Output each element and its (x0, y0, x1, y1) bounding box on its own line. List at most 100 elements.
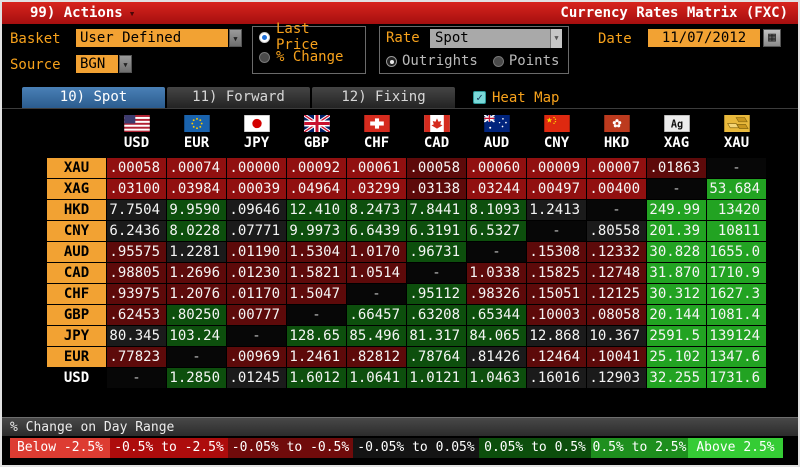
outrights-label[interactable]: Outrights (402, 53, 478, 69)
matrix-cell-jpy-xau[interactable]: 139124 (707, 326, 766, 346)
matrix-cell-eur-xau[interactable]: 1347.6 (707, 347, 766, 367)
matrix-cell-cad-jpy[interactable]: .01230 (227, 263, 286, 283)
matrix-cell-jpy-eur[interactable]: 103.24 (167, 326, 226, 346)
matrix-cell-aud-cad[interactable]: .96731 (407, 242, 466, 262)
matrix-cell-xag-usd[interactable]: .03100 (107, 179, 166, 199)
matrix-cell-eur-chf[interactable]: .82812 (347, 347, 406, 367)
matrix-cell-xau-xag[interactable]: .01863 (647, 158, 706, 178)
matrix-cell-aud-cny[interactable]: .15308 (527, 242, 586, 262)
matrix-cell-eur-gbp[interactable]: 1.2461 (287, 347, 346, 367)
matrix-cell-usd-cny[interactable]: .16016 (527, 368, 586, 388)
row-label-xag[interactable]: XAG (47, 179, 106, 199)
matrix-cell-hkd-cny[interactable]: 1.2413 (527, 200, 586, 220)
radio-unselected-icon[interactable] (493, 56, 504, 67)
column-header-cny[interactable]: CNY (527, 115, 586, 157)
matrix-cell-chf-cad[interactable]: .95112 (407, 284, 466, 304)
radio-last-price[interactable]: Last Price (253, 27, 365, 47)
matrix-cell-eur-hkd[interactable]: .10041 (587, 347, 646, 367)
radio-selected-icon[interactable] (386, 56, 397, 67)
matrix-cell-hkd-aud[interactable]: 8.1093 (467, 200, 526, 220)
matrix-cell-xag-aud[interactable]: .03244 (467, 179, 526, 199)
matrix-cell-cny-gbp[interactable]: 9.9973 (287, 221, 346, 241)
column-header-hkd[interactable]: HKD (587, 115, 646, 157)
matrix-cell-chf-jpy[interactable]: .01170 (227, 284, 286, 304)
matrix-cell-chf-hkd[interactable]: .12125 (587, 284, 646, 304)
matrix-cell-aud-xau[interactable]: 1655.0 (707, 242, 766, 262)
matrix-cell-usd-gbp[interactable]: 1.6012 (287, 368, 346, 388)
matrix-cell-xag-eur[interactable]: .03984 (167, 179, 226, 199)
matrix-cell-jpy-gbp[interactable]: 128.65 (287, 326, 346, 346)
matrix-cell-gbp-hkd[interactable]: .08058 (587, 305, 646, 325)
row-label-cad[interactable]: CAD (47, 263, 106, 283)
matrix-cell-chf-usd[interactable]: .93975 (107, 284, 166, 304)
matrix-cell-gbp-aud[interactable]: .65344 (467, 305, 526, 325)
matrix-cell-xau-chf[interactable]: .00061 (347, 158, 406, 178)
source-dropdown[interactable]: BGN (76, 55, 118, 73)
matrix-cell-gbp-cad[interactable]: .63208 (407, 305, 466, 325)
matrix-cell-xag-chf[interactable]: .03299 (347, 179, 406, 199)
matrix-cell-gbp-usd[interactable]: .62453 (107, 305, 166, 325)
matrix-cell-xau-hkd[interactable]: .00007 (587, 158, 646, 178)
matrix-cell-xau-aud[interactable]: .00060 (467, 158, 526, 178)
tab-forward[interactable]: 11) Forward (167, 87, 310, 108)
row-label-aud[interactable]: AUD (47, 242, 106, 262)
matrix-cell-hkd-eur[interactable]: 9.9590 (167, 200, 226, 220)
row-label-jpy[interactable]: JPY (47, 326, 106, 346)
matrix-cell-cny-chf[interactable]: 6.6439 (347, 221, 406, 241)
row-label-hkd[interactable]: HKD (47, 200, 106, 220)
matrix-cell-hkd-cad[interactable]: 7.8441 (407, 200, 466, 220)
matrix-cell-usd-cad[interactable]: 1.0121 (407, 368, 466, 388)
matrix-cell-cad-aud[interactable]: 1.0338 (467, 263, 526, 283)
matrix-cell-cny-cny[interactable]: - (527, 221, 586, 241)
matrix-cell-hkd-jpy[interactable]: .09646 (227, 200, 286, 220)
matrix-cell-jpy-jpy[interactable]: - (227, 326, 286, 346)
column-header-chf[interactable]: CHF (347, 115, 406, 157)
matrix-cell-jpy-hkd[interactable]: 10.367 (587, 326, 646, 346)
matrix-cell-aud-usd[interactable]: .95575 (107, 242, 166, 262)
matrix-cell-xag-hkd[interactable]: .00400 (587, 179, 646, 199)
basket-dropdown-arrow-icon[interactable]: ▼ (229, 29, 242, 47)
matrix-cell-aud-xag[interactable]: 30.828 (647, 242, 706, 262)
matrix-cell-aud-aud[interactable]: - (467, 242, 526, 262)
row-label-usd[interactable]: USD (47, 368, 106, 388)
date-field[interactable]: 11/07/2012 (648, 29, 760, 47)
actions-menu[interactable]: 99) Actions ▾ (30, 5, 135, 21)
matrix-cell-aud-eur[interactable]: 1.2281 (167, 242, 226, 262)
matrix-cell-chf-aud[interactable]: .98326 (467, 284, 526, 304)
column-header-jpy[interactable]: JPY (227, 115, 286, 157)
matrix-cell-xag-xag[interactable]: - (647, 179, 706, 199)
matrix-cell-xag-xau[interactable]: 53.684 (707, 179, 766, 199)
points-label[interactable]: Points (509, 53, 560, 69)
matrix-cell-gbp-eur[interactable]: .80250 (167, 305, 226, 325)
tab-fixing[interactable]: 12) Fixing (312, 87, 455, 108)
matrix-cell-cad-chf[interactable]: 1.0514 (347, 263, 406, 283)
matrix-cell-hkd-chf[interactable]: 8.2473 (347, 200, 406, 220)
tab-spot[interactable]: 10) Spot (22, 87, 165, 108)
row-label-gbp[interactable]: GBP (47, 305, 106, 325)
source-dropdown-arrow-icon[interactable]: ▼ (119, 55, 132, 73)
matrix-cell-eur-cad[interactable]: .78764 (407, 347, 466, 367)
column-header-xau[interactable]: XAU (707, 115, 766, 157)
matrix-cell-xag-jpy[interactable]: .00039 (227, 179, 286, 199)
matrix-cell-cny-hkd[interactable]: .80558 (587, 221, 646, 241)
matrix-cell-cad-xag[interactable]: 31.870 (647, 263, 706, 283)
matrix-cell-aud-chf[interactable]: 1.0170 (347, 242, 406, 262)
matrix-cell-usd-xau[interactable]: 1731.6 (707, 368, 766, 388)
matrix-cell-cad-cny[interactable]: .15825 (527, 263, 586, 283)
matrix-cell-eur-usd[interactable]: .77823 (107, 347, 166, 367)
matrix-cell-hkd-xag[interactable]: 249.99 (647, 200, 706, 220)
matrix-cell-xau-jpy[interactable]: .00000 (227, 158, 286, 178)
matrix-cell-cny-usd[interactable]: 6.2436 (107, 221, 166, 241)
matrix-cell-xau-cny[interactable]: .00009 (527, 158, 586, 178)
matrix-cell-cny-jpy[interactable]: .07771 (227, 221, 286, 241)
matrix-cell-eur-aud[interactable]: .81426 (467, 347, 526, 367)
matrix-cell-cny-xau[interactable]: 10811 (707, 221, 766, 241)
matrix-cell-chf-chf[interactable]: - (347, 284, 406, 304)
matrix-cell-usd-chf[interactable]: 1.0641 (347, 368, 406, 388)
column-header-aud[interactable]: AUD (467, 115, 526, 157)
matrix-cell-chf-xag[interactable]: 30.312 (647, 284, 706, 304)
row-label-cny[interactable]: CNY (47, 221, 106, 241)
matrix-cell-cny-eur[interactable]: 8.0228 (167, 221, 226, 241)
matrix-cell-jpy-cny[interactable]: 12.868 (527, 326, 586, 346)
matrix-cell-gbp-xau[interactable]: 1081.4 (707, 305, 766, 325)
